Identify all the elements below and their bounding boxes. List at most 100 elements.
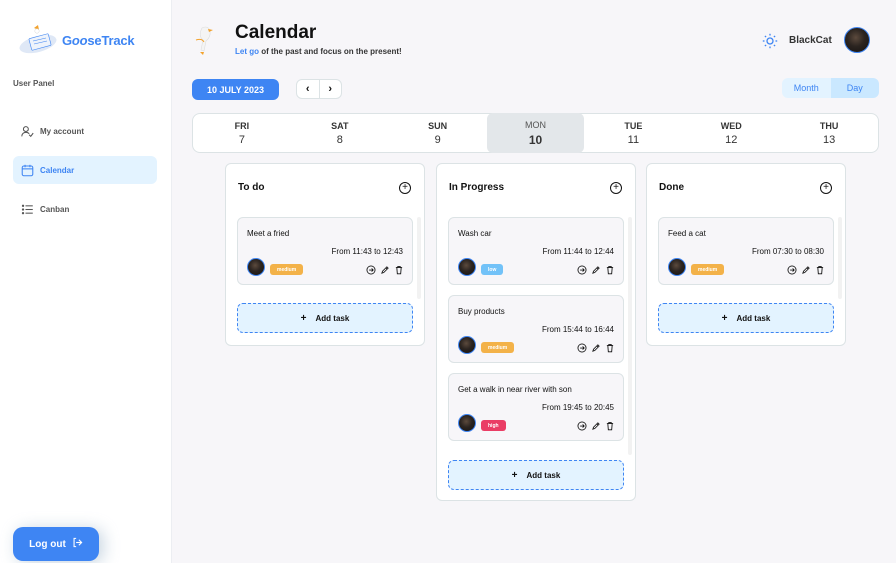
task-card[interactable]: Get a walk in near river with son From 1… [448,373,624,441]
task-time: From 07:30 to 08:30 [751,247,824,256]
scrollbar[interactable] [628,217,632,455]
trash-icon[interactable] [394,265,404,275]
scrollbar[interactable] [838,217,842,299]
avatar [458,258,476,276]
edit-icon[interactable] [591,343,601,353]
user-check-icon [21,125,34,137]
edit-icon[interactable] [591,265,601,275]
day-date: 9 [434,133,441,146]
logout-icon [72,537,83,551]
avatar [458,336,476,354]
trash-icon[interactable] [815,265,825,275]
task-actions [577,421,615,431]
logo[interactable]: GooseTrack [16,22,135,58]
priority-badge: medium [691,264,725,275]
move-icon[interactable] [577,265,587,275]
task-card[interactable]: Buy products From 15:44 to 16:44 medium [448,295,624,363]
priority-badge: high [481,420,506,431]
avatar [668,258,686,276]
next-period-button[interactable]: › [320,80,342,98]
task-card[interactable]: Meet a fried From 11:43 to 12:43 medium [237,217,413,285]
day-cell[interactable]: SUN 9 [389,114,487,152]
day-name: SUN [428,120,448,131]
edit-icon[interactable] [801,265,811,275]
day-name: MON [525,119,546,130]
task-title: Get a walk in near river with son [458,385,572,394]
day-date: 12 [725,133,738,146]
sidebar-item-label: Calendar [40,165,75,175]
add-task-button[interactable]: + Add task [658,303,834,333]
task-card[interactable]: Wash car From 11:44 to 12:44 low [448,217,624,285]
sidebar-item-my-account[interactable]: My account [13,117,157,145]
priority-badge: low [481,264,504,275]
add-task-icon[interactable]: + [610,182,622,194]
date-picker-button[interactable]: 10 JULY 2023 [192,79,279,100]
user-panel-title: User Panel [13,79,55,88]
task-title: Wash car [458,229,492,238]
trash-icon[interactable] [605,343,615,353]
username: BlackCat [789,35,832,46]
sidebar-item-calendar[interactable]: Calendar [13,156,157,184]
month-view-button[interactable]: Month [782,78,831,98]
move-icon[interactable] [577,343,587,353]
prev-period-button[interactable]: ‹ [297,80,320,98]
day-cell[interactable]: TUE 11 [584,114,682,152]
scrollbar[interactable] [417,217,421,299]
day-cell[interactable]: FRI 7 [193,114,291,152]
task-title: Meet a fried [247,229,290,238]
day-name: TUE [624,120,643,131]
sidebar-item-label: My account [40,126,85,136]
sidebar: GooseTrack User Panel My account Calenda… [0,0,172,563]
goose-mascot-icon [195,26,213,55]
task-actions [366,265,404,275]
priority-badge: medium [481,342,515,353]
avatar[interactable] [844,27,870,53]
day-cell[interactable]: THU 13 [780,114,878,152]
trash-icon[interactable] [605,265,615,275]
trash-icon[interactable] [605,421,615,431]
day-view-button[interactable]: Day [830,78,879,98]
subtitle-accent: Let go [235,47,259,56]
add-task-label: Add task [526,470,561,480]
day-name: SAT [331,120,349,131]
goose-logo-icon [19,25,57,54]
task-time: From 15:44 to 16:44 [541,325,614,334]
add-task-button[interactable]: + Add task [237,303,413,333]
add-task-label: Add task [736,313,771,323]
day-date: 11 [627,133,640,146]
sun-icon[interactable] [762,33,778,49]
add-task-button[interactable]: + Add task [448,460,624,490]
period-type-switch: Month Day [782,78,879,98]
task-actions [577,343,615,353]
day-cell[interactable]: WED 12 [682,114,780,152]
avatar [458,414,476,432]
avatar [247,258,265,276]
day-date: 7 [238,133,245,146]
column-done: Done + Feed a cat From 07:30 to 08:30 me… [646,163,846,346]
add-task-icon[interactable]: + [399,182,411,194]
task-card[interactable]: Feed a cat From 07:30 to 08:30 medium [658,217,834,285]
sidebar-item-canban[interactable]: Canban [13,195,157,223]
list-icon [21,204,33,214]
page-title: Calendar [235,22,317,43]
edit-icon[interactable] [380,265,390,275]
day-cell-selected[interactable]: MON 10 [486,113,585,153]
week-strip: FRI 7 SAT 8 SUN 9 MON 10 TUE 11 WED 12 THU 13 [192,113,879,153]
logo-text: GooseTrack [62,32,135,48]
edit-icon[interactable] [591,421,601,431]
add-task-label: Add task [315,313,350,323]
move-icon[interactable] [787,265,797,275]
day-date: 8 [336,133,343,146]
period-navigation: ‹ › [296,79,342,99]
logout-button[interactable]: Log out [13,527,99,561]
task-actions [787,265,825,275]
move-icon[interactable] [577,421,587,431]
move-icon[interactable] [366,265,376,275]
column-title: To do [238,182,265,193]
page-subtitle: Let go of the past and focus on the pres… [235,47,402,56]
sidebar-item-label: Canban [40,204,70,214]
add-task-icon[interactable]: + [820,182,832,194]
day-cell[interactable]: SAT 8 [291,114,389,152]
task-time: From 11:44 to 12:44 [542,247,614,256]
task-title: Feed a cat [668,229,706,238]
